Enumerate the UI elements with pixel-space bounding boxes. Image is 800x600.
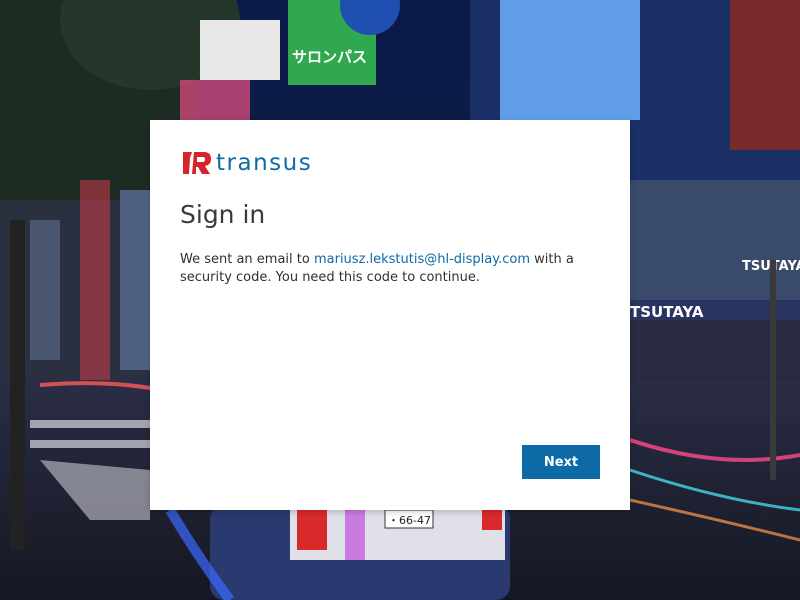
email-link[interactable]: mariusz.lekstutis@hl-display.com [314, 252, 530, 267]
sign-text: TSUTAYA [630, 303, 704, 321]
logo-text: transus [216, 150, 313, 176]
license-plate: ・66-47 [388, 514, 431, 527]
brand-logo: transus [180, 148, 600, 178]
next-button[interactable]: Next [522, 445, 600, 479]
transus-logo-icon [183, 152, 211, 174]
sign-text: サロンパス [292, 48, 367, 66]
sign-in-card: transus Sign in We sent an email to mari… [150, 120, 630, 510]
instruction-text: We sent an email to mariusz.lekstutis@hl… [180, 251, 600, 287]
message-prefix: We sent an email to [180, 252, 314, 267]
page-title: Sign in [180, 200, 266, 229]
